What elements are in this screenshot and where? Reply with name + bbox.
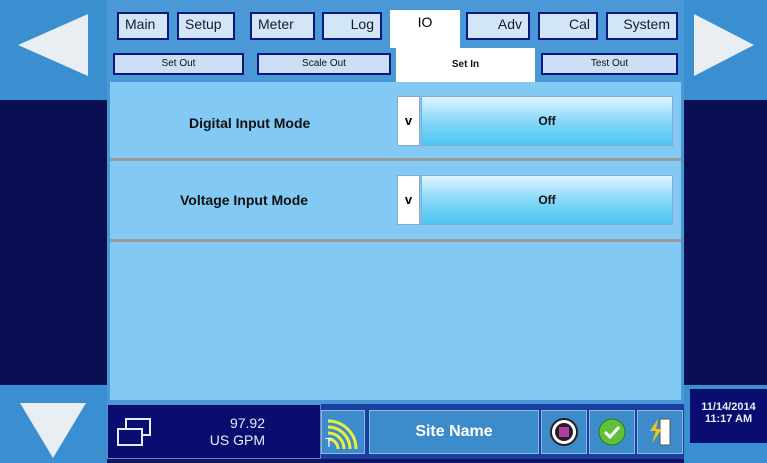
tab-log[interactable]: Log — [322, 12, 382, 40]
tab-main[interactable]: Main — [117, 12, 169, 40]
next-screen-button[interactable] — [684, 0, 767, 100]
row-divider — [110, 158, 681, 161]
tab-cal[interactable]: Cal — [538, 12, 598, 40]
digital-input-mode-label: Digital Input Mode — [189, 115, 311, 131]
row-divider — [110, 239, 681, 242]
tab-io[interactable]: IO — [390, 10, 460, 48]
signal-button[interactable]: T — [321, 410, 365, 454]
tab-system[interactable]: System — [606, 12, 678, 40]
voltage-input-mode-label: Voltage Input Mode — [180, 192, 309, 208]
window-icon — [117, 418, 151, 446]
subtab-set-out[interactable]: Set Out — [113, 53, 244, 75]
right-side-panel — [684, 100, 767, 385]
tab-meter[interactable]: Meter — [250, 12, 315, 40]
exit-button[interactable] — [637, 410, 683, 454]
subtab-scale-out[interactable]: Scale Out — [257, 53, 391, 75]
voltage-input-mode-dropdown-button[interactable]: v — [397, 175, 420, 225]
ok-button[interactable] — [589, 410, 635, 454]
datetime-panel: 11/14/2014 11:17 AM — [684, 385, 767, 463]
flow-unit: US GPM — [209, 432, 265, 448]
stop-record-button[interactable] — [541, 410, 587, 454]
app-frame: Main Setup Meter Log IO Adv Cal System S… — [0, 0, 767, 463]
tab-adv[interactable]: Adv — [466, 12, 530, 40]
settings-panel: Digital Input Mode v Off Voltage Input M… — [107, 82, 684, 400]
scroll-down-button[interactable] — [0, 385, 107, 463]
triangle-right-icon — [694, 14, 754, 76]
signal-tag: T — [325, 435, 333, 450]
exit-icon — [650, 418, 671, 446]
flow-readout[interactable]: 97.92 US GPM — [107, 404, 321, 459]
digital-input-mode-dropdown-button[interactable]: v — [397, 96, 420, 146]
check-circle-icon — [598, 418, 626, 446]
tab-setup[interactable]: Setup — [177, 12, 235, 40]
subtab-test-out[interactable]: Test Out — [541, 53, 678, 75]
site-name-button[interactable]: Site Name — [369, 410, 539, 454]
digital-input-mode-select[interactable]: Off — [421, 96, 673, 146]
voltage-input-mode-select[interactable]: Off — [421, 175, 673, 225]
time-text: 11:17 AM — [704, 413, 753, 425]
datetime-display: 11/14/2014 11:17 AM — [690, 389, 767, 443]
sub-tab-bar: Set Out Scale Out Set In Test Out — [107, 48, 684, 82]
triangle-left-icon — [18, 14, 88, 76]
prev-screen-button[interactable] — [0, 0, 107, 100]
left-side-panel — [0, 100, 107, 385]
main-tab-bar: Main Setup Meter Log IO Adv Cal System — [107, 0, 684, 48]
triangle-down-icon — [20, 403, 86, 458]
stop-record-icon — [550, 418, 578, 446]
flow-value: 97.92 — [229, 415, 265, 431]
status-bar: 97.92 US GPM T Site Name — [107, 404, 684, 459]
subtab-set-in[interactable]: Set In — [396, 48, 535, 82]
date-text: 11/14/2014 — [701, 401, 756, 413]
